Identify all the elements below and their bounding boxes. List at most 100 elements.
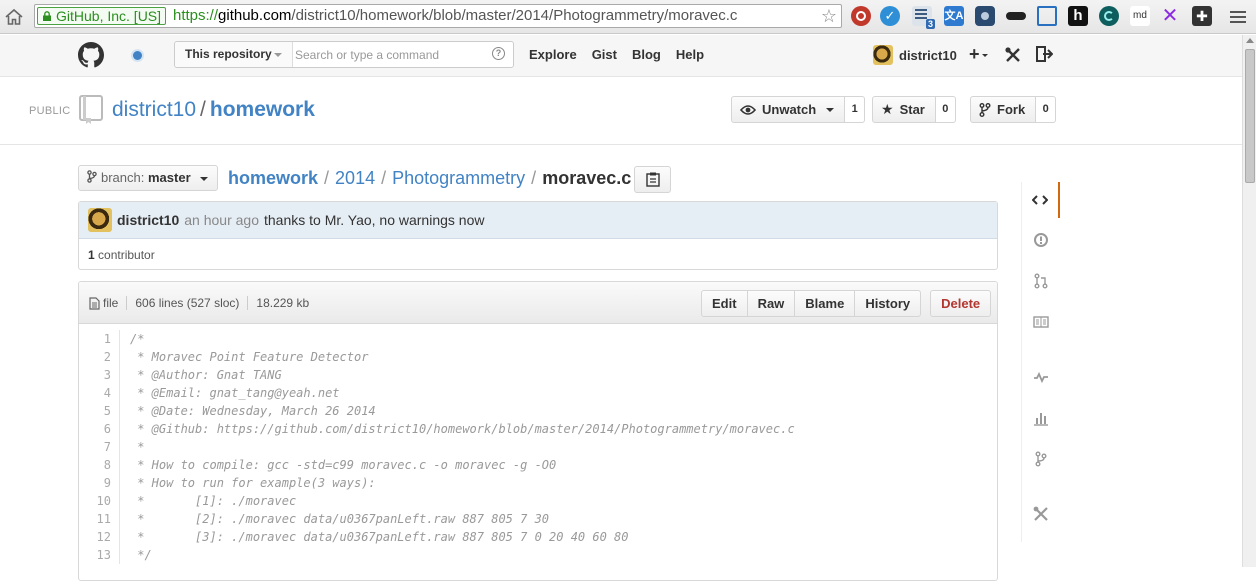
star-label: Star — [899, 102, 925, 117]
star-button[interactable]: ★ Star — [872, 96, 936, 123]
line-number[interactable]: 3 — [79, 366, 120, 384]
feed-icon[interactable]: 3 — [912, 6, 935, 29]
repo-owner-link[interactable]: district10 — [112, 98, 196, 121]
ev-label: GitHub, Inc. [US] — [56, 8, 162, 24]
nav-issues[interactable] — [1022, 222, 1060, 258]
repo-name-link[interactable]: homework — [210, 98, 315, 121]
ev-certificate-badge[interactable]: GitHub, Inc. [US] — [37, 7, 167, 25]
create-new-button[interactable]: + — [969, 44, 988, 65]
file-header: file 606 lines (527 sloc) 18.229 kb Edit… — [79, 282, 997, 324]
repository-header: PUBLIC district10/homework Unwatch 1 ★ S… — [0, 77, 1242, 145]
divider — [126, 296, 128, 310]
url-protocol: https:// — [173, 7, 219, 24]
search-scope-select[interactable]: This repository — [175, 42, 293, 67]
translate-icon[interactable]: 文A — [944, 6, 964, 26]
home-icon[interactable] — [3, 6, 25, 28]
settings-icon — [1033, 506, 1048, 521]
raw-button[interactable]: Raw — [746, 290, 796, 317]
screen-icon[interactable] — [1037, 6, 1057, 26]
commit-message-link[interactable]: thanks to Mr. Yao, no warnings now — [264, 212, 485, 228]
lock-icon — [43, 11, 51, 21]
url-path: /district10/homework/blob/master/2014/Ph… — [291, 7, 738, 24]
avatar[interactable] — [88, 208, 112, 232]
stargazers-count[interactable]: 0 — [935, 96, 956, 123]
nav-gist[interactable]: Gist — [592, 47, 617, 62]
url-text[interactable]: https://github.com/district10/homework/b… — [173, 8, 737, 24]
line-number[interactable]: 1 — [79, 330, 120, 348]
unwatch-button[interactable]: Unwatch — [731, 96, 846, 123]
fork-button[interactable]: Fork — [970, 96, 1037, 123]
line-number[interactable]: 6 — [79, 420, 120, 438]
forks-count[interactable]: 0 — [1036, 96, 1057, 123]
contributors-summary[interactable]: 1 contributor — [79, 239, 997, 262]
nav-explore[interactable]: Explore — [529, 47, 577, 62]
address-bar[interactable]: GitHub, Inc. [US] https://github.com/dis… — [34, 4, 842, 28]
code-text: */ — [130, 548, 152, 562]
nav-pull-requests[interactable] — [1022, 263, 1060, 299]
ublock-icon[interactable] — [851, 6, 871, 26]
commit-author-link[interactable]: district10 — [117, 212, 179, 228]
github-logo-icon[interactable] — [78, 42, 104, 68]
file-viewer: file 606 lines (527 sloc) 18.229 kb Edit… — [78, 281, 998, 581]
breadcrumb-repo-link[interactable]: homework — [228, 168, 318, 188]
sign-out-icon[interactable] — [1035, 45, 1053, 63]
history-button[interactable]: History — [854, 290, 922, 317]
watchers-count[interactable]: 1 — [845, 96, 866, 123]
blame-button[interactable]: Blame — [794, 290, 856, 317]
url-host: github.com — [218, 7, 292, 24]
line-number[interactable]: 12 — [79, 528, 120, 546]
file-icon — [89, 296, 100, 310]
line-number[interactable]: 10 — [79, 492, 120, 510]
line-number[interactable]: 7 — [79, 438, 120, 456]
user-menu[interactable]: district10 — [873, 45, 957, 65]
line-number[interactable]: 13 — [79, 546, 120, 564]
scroll-up-arrow-icon[interactable] — [1246, 38, 1254, 43]
nav-code[interactable] — [1022, 182, 1060, 218]
line-number[interactable]: 9 — [79, 474, 120, 492]
breadcrumb-folder-photogrammetry[interactable]: Photogrammetry — [392, 168, 525, 188]
code-line: 12 * [3]: ./moravec data/u0367panLeft.ra… — [79, 528, 997, 546]
line-number[interactable]: 8 — [79, 456, 120, 474]
tools-icon[interactable] — [1004, 46, 1022, 64]
chevron-down-icon — [826, 107, 835, 112]
nav-pulse[interactable] — [1022, 359, 1060, 395]
nav-help[interactable]: Help — [676, 47, 704, 62]
x-icon[interactable]: ✕ — [1160, 6, 1180, 26]
puzzle-icon[interactable]: ✚ — [1192, 6, 1212, 26]
nav-wiki[interactable] — [1022, 304, 1060, 340]
copy-path-button[interactable] — [634, 166, 671, 193]
line-number[interactable]: 11 — [79, 510, 120, 528]
code-blob: 1/* 2 * Moravec Point Feature Detector 3 *… — [79, 324, 997, 564]
browser-menu-icon[interactable] — [1229, 8, 1247, 24]
fork-group: Fork 0 — [970, 96, 1057, 123]
code-line: 1 /* — [79, 330, 997, 348]
code-line: 13 */ — [79, 546, 997, 564]
breadcrumb-folder-2014[interactable]: 2014 — [335, 168, 375, 188]
notification-indicator-icon[interactable] — [133, 51, 142, 60]
nav-settings[interactable] — [1022, 496, 1060, 532]
line-number[interactable]: 4 — [79, 384, 120, 402]
branch-select[interactable]: branch: master — [78, 165, 218, 191]
search-input[interactable] — [295, 44, 485, 65]
delete-button[interactable]: Delete — [930, 290, 992, 317]
camera-icon[interactable] — [975, 6, 995, 26]
edit-button[interactable]: Edit — [701, 290, 748, 317]
code-icon — [1032, 195, 1048, 205]
v-icon[interactable]: ✓ — [880, 6, 900, 26]
file-type-label: file — [103, 296, 119, 310]
nav-blog[interactable]: Blog — [632, 47, 661, 62]
line-number[interactable]: 2 — [79, 348, 120, 366]
star-icon: ★ — [881, 101, 894, 117]
page-scrollbar[interactable] — [1242, 35, 1256, 567]
nav-network[interactable] — [1022, 441, 1060, 477]
wave-icon[interactable] — [1099, 6, 1119, 26]
line-number[interactable]: 5 — [79, 402, 120, 420]
mask-icon[interactable] — [1006, 6, 1026, 26]
issues-icon — [1034, 233, 1048, 247]
search-help-icon[interactable]: ? — [492, 47, 505, 60]
nav-graphs[interactable] — [1022, 400, 1060, 436]
hn-icon[interactable]: h — [1068, 6, 1088, 26]
scroll-thumb[interactable] — [1245, 49, 1255, 183]
md-icon[interactable]: md — [1130, 6, 1150, 26]
bookmark-star-icon[interactable]: ☆ — [821, 6, 837, 26]
